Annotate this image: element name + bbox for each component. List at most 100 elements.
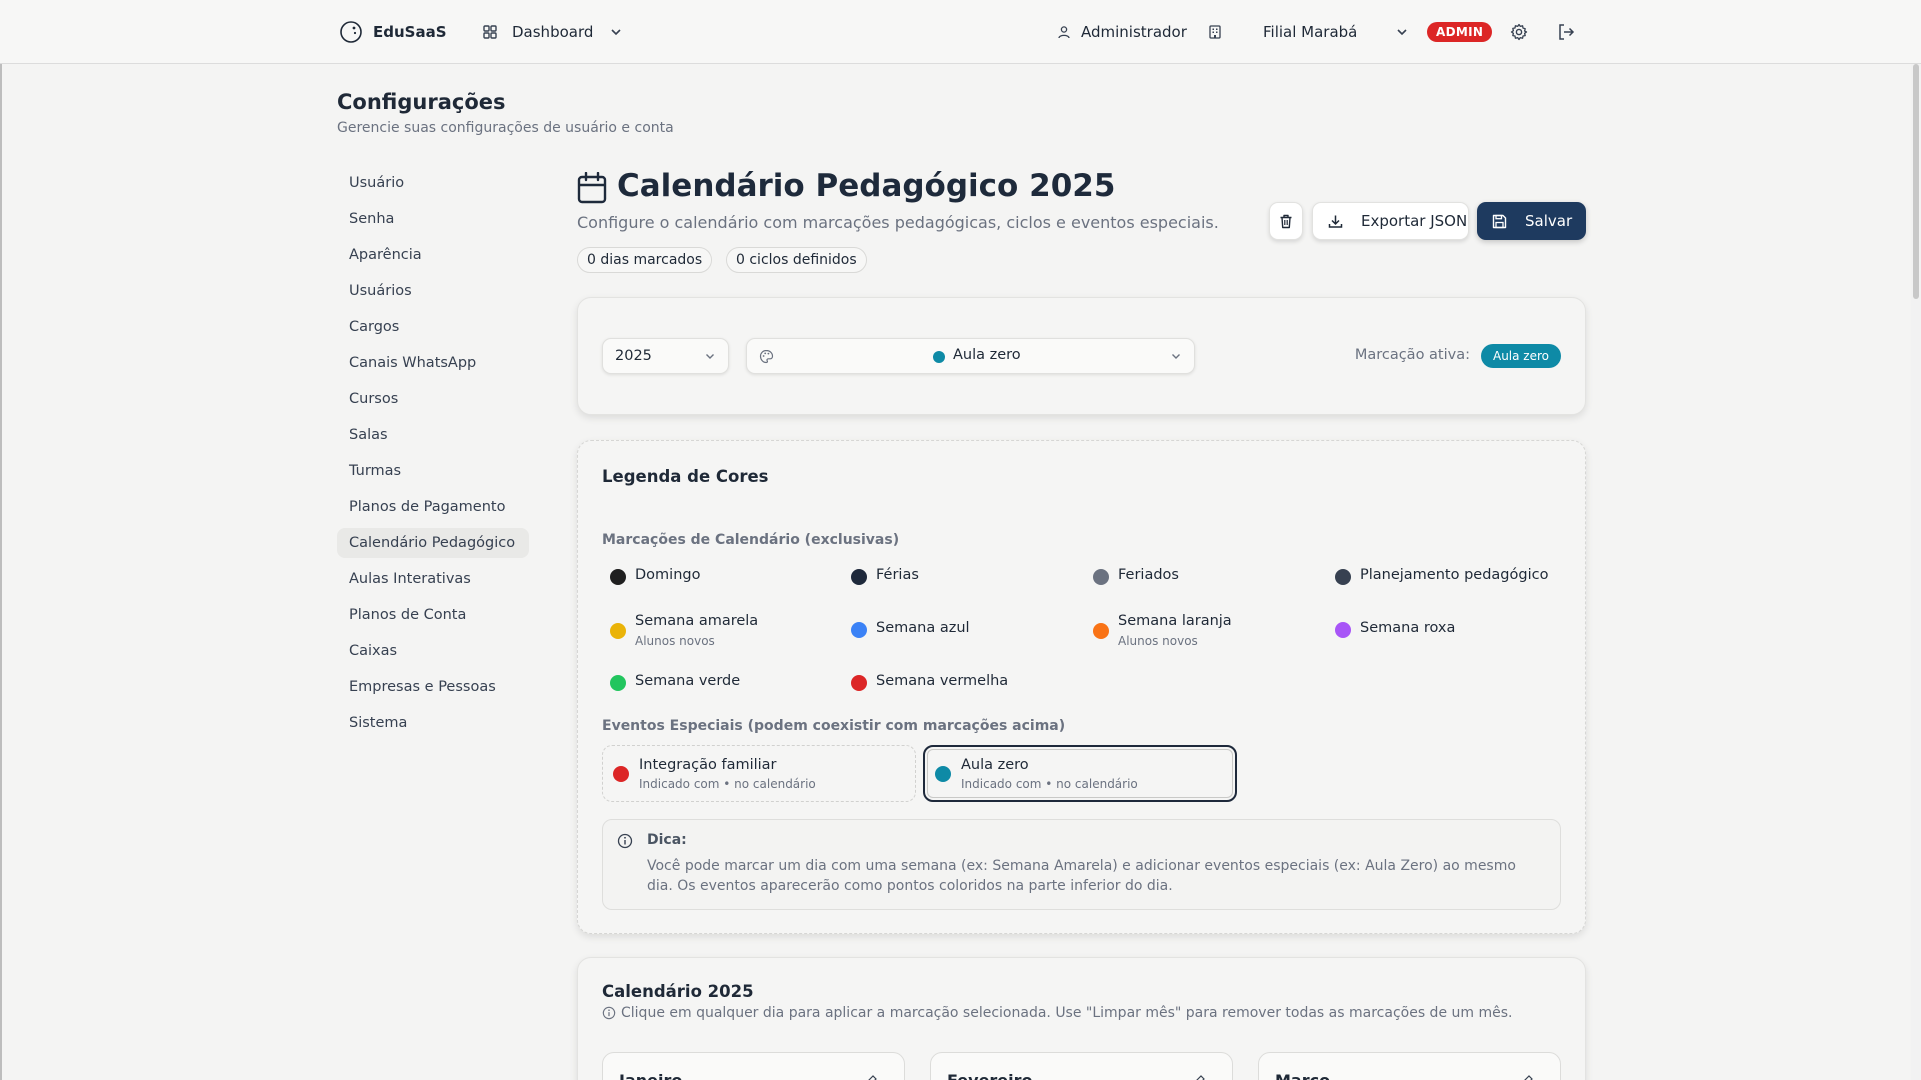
- legend-item-semana-amarela[interactable]: Semana amarela Alunos novos: [610, 613, 758, 648]
- brand-link[interactable]: EduSaaS: [339, 0, 447, 64]
- page-title: Configurações: [337, 90, 506, 114]
- marking-select-value: Aula zero: [953, 347, 1021, 363]
- eraser-icon[interactable]: [1522, 1073, 1534, 1080]
- sidebar-item-aparencia[interactable]: Aparência: [337, 240, 529, 270]
- days-marked-badge: 0 dias marcados: [577, 247, 713, 273]
- section-title: Calendário Pedagógico 2025: [617, 168, 1116, 204]
- sidebar-item-canais-whatsapp[interactable]: Canais WhatsApp: [337, 348, 529, 378]
- save-icon: [1492, 214, 1507, 228]
- marking-color-dot: [933, 351, 945, 363]
- marking-select[interactable]: Aula zero: [746, 338, 1195, 374]
- month-name: Janeiro: [619, 1071, 682, 1080]
- legend-item-semana-vermelha[interactable]: Semana vermelha: [851, 673, 1008, 691]
- section-subtitle: Configure o calendário com marcações ped…: [577, 213, 1219, 232]
- palette-icon: [759, 349, 774, 364]
- role-badge: ADMIN: [1427, 22, 1493, 42]
- legend-item-name: Domingo: [635, 567, 701, 583]
- calendar-card: Calendário 2025 Clique em qualquer dia p…: [577, 957, 1586, 1080]
- legend-dot: [851, 569, 867, 585]
- legend-item-name: Semana amarela: [635, 613, 759, 629]
- month-card-janeiro[interactable]: Janeiro: [602, 1052, 905, 1080]
- export-json-button[interactable]: Exportar JSON: [1312, 202, 1469, 240]
- legend-dot: [610, 675, 626, 691]
- legend-item-semana-roxa[interactable]: Semana roxa: [1335, 620, 1455, 638]
- tip-box: Dica: Você pode marcar um dia com uma se…: [602, 819, 1561, 910]
- sidebar-item-usuarios[interactable]: Usuários: [337, 276, 529, 306]
- logout-button[interactable]: [1554, 0, 1578, 64]
- calendar-controls-card: 2025 Aula zero Marcação ativa: Aula zero: [577, 297, 1586, 415]
- month-card-fevereiro[interactable]: Fevereiro: [930, 1052, 1233, 1080]
- event-dot: [935, 765, 951, 782]
- month-name: Fevereiro: [947, 1071, 1033, 1080]
- sidebar-item-cursos[interactable]: Cursos: [337, 384, 529, 414]
- event-integracao-familiar[interactable]: Integração familiar Indicado com • no ca…: [602, 745, 916, 802]
- sidebar-item-senha[interactable]: Senha: [337, 204, 529, 234]
- legend-item-name: Semana roxa: [1360, 620, 1456, 636]
- legend-item-ferias[interactable]: Férias: [851, 567, 919, 585]
- legend-item-name: Feriados: [1118, 567, 1179, 583]
- scrollbar-thumb[interactable]: [1913, 64, 1919, 299]
- legend-item-semana-laranja[interactable]: Semana laranja Alunos novos: [1093, 613, 1232, 648]
- building-icon-wrap: [1207, 0, 1223, 64]
- page-subtitle: Gerencie suas configurações de usuário e…: [337, 120, 674, 136]
- sidebar-item-cargos[interactable]: Cargos: [337, 312, 529, 342]
- sidebar-item-aulas-interativas[interactable]: Aulas Interativas: [337, 564, 529, 594]
- event-note: Indicado com • no calendário: [961, 776, 1138, 791]
- brand-name: EduSaaS: [373, 23, 447, 41]
- user-icon: [1058, 26, 1070, 39]
- eraser-icon[interactable]: [866, 1073, 878, 1080]
- branch-select[interactable]: Filial Marabá: [1263, 0, 1409, 64]
- month-name: Março: [1275, 1071, 1330, 1080]
- branch-select-value: Filial Marabá: [1263, 23, 1358, 41]
- sidebar-item-calendario-pedagogico[interactable]: Calendário Pedagógico: [337, 528, 529, 558]
- event-name: Integração familiar: [639, 756, 777, 773]
- event-dot: [613, 765, 629, 782]
- settings-button[interactable]: [1507, 0, 1531, 64]
- save-button[interactable]: Salvar: [1477, 202, 1586, 240]
- sidebar-item-sistema[interactable]: Sistema: [337, 708, 529, 738]
- sidebar-item-salas[interactable]: Salas: [337, 420, 529, 450]
- legend-dot: [1335, 569, 1351, 585]
- nav-dashboard-dropdown[interactable]: Dashboard: [482, 0, 623, 64]
- legend-item-semana-azul[interactable]: Semana azul: [851, 620, 970, 638]
- active-marking-label: Marcação ativa:: [1354, 347, 1470, 363]
- sidebar-item-planos-conta[interactable]: Planos de Conta: [337, 600, 529, 630]
- event-aula-zero[interactable]: Aula zero Indicado com • no calendário: [923, 745, 1237, 802]
- building-icon: [1209, 25, 1221, 39]
- calendar-title: Calendário 2025: [602, 982, 754, 1001]
- tip-text: Você pode marcar um dia com uma semana (…: [647, 858, 1516, 894]
- eraser-icon[interactable]: [1194, 1073, 1206, 1080]
- sidebar-item-caixas[interactable]: Caixas: [337, 636, 529, 666]
- event-name: Aula zero: [961, 756, 1029, 773]
- month-card-marco[interactable]: Março: [1258, 1052, 1561, 1080]
- legend-item-planejamento[interactable]: Planejamento pedagógico: [1335, 567, 1548, 585]
- color-legend-card: Legenda de Cores Marcações de Calendário…: [577, 440, 1586, 934]
- grid-icon: [483, 25, 497, 39]
- user-menu[interactable]: Administrador: [1057, 0, 1187, 64]
- sidebar-item-turmas[interactable]: Turmas: [337, 456, 529, 486]
- chevron-down-icon: [1397, 29, 1407, 36]
- year-select[interactable]: 2025: [602, 338, 729, 374]
- legend-dot: [610, 623, 626, 639]
- calendar-icon: [577, 172, 607, 204]
- legend-item-feriados[interactable]: Feriados: [1093, 567, 1179, 585]
- sidebar-item-planos-pagamento[interactable]: Planos de Pagamento: [337, 492, 529, 522]
- sidebar-item-usuario[interactable]: Usuário: [337, 168, 529, 198]
- info-icon: [602, 1006, 616, 1020]
- legend-item-semana-verde[interactable]: Semana verde: [610, 673, 740, 691]
- user-name: Administrador: [1081, 23, 1187, 41]
- calendar-markings-subtitle: Marcações de Calendário (exclusivas): [602, 532, 900, 548]
- top-bar: EduSaaS Dashboard Administrador Filial M…: [0, 0, 1921, 64]
- clear-calendar-button[interactable]: [1269, 202, 1303, 240]
- legend-dot: [1335, 622, 1351, 638]
- calendar-hint: Clique em qualquer dia para aplicar a ma…: [602, 1005, 1512, 1021]
- legend-dot: [851, 675, 867, 691]
- legend-item-name: Férias: [876, 567, 919, 583]
- legend-dot: [610, 569, 626, 585]
- settings-sidebar: Usuário Senha Aparência Usuários Cargos …: [337, 168, 529, 744]
- event-note: Indicado com • no calendário: [639, 776, 816, 791]
- legend-item-domingo[interactable]: Domingo: [610, 567, 700, 585]
- legend-item-note: Alunos novos: [635, 634, 715, 648]
- sidebar-item-empresas-pessoas[interactable]: Empresas e Pessoas: [337, 672, 529, 702]
- legend-item-name: Semana laranja: [1118, 613, 1232, 629]
